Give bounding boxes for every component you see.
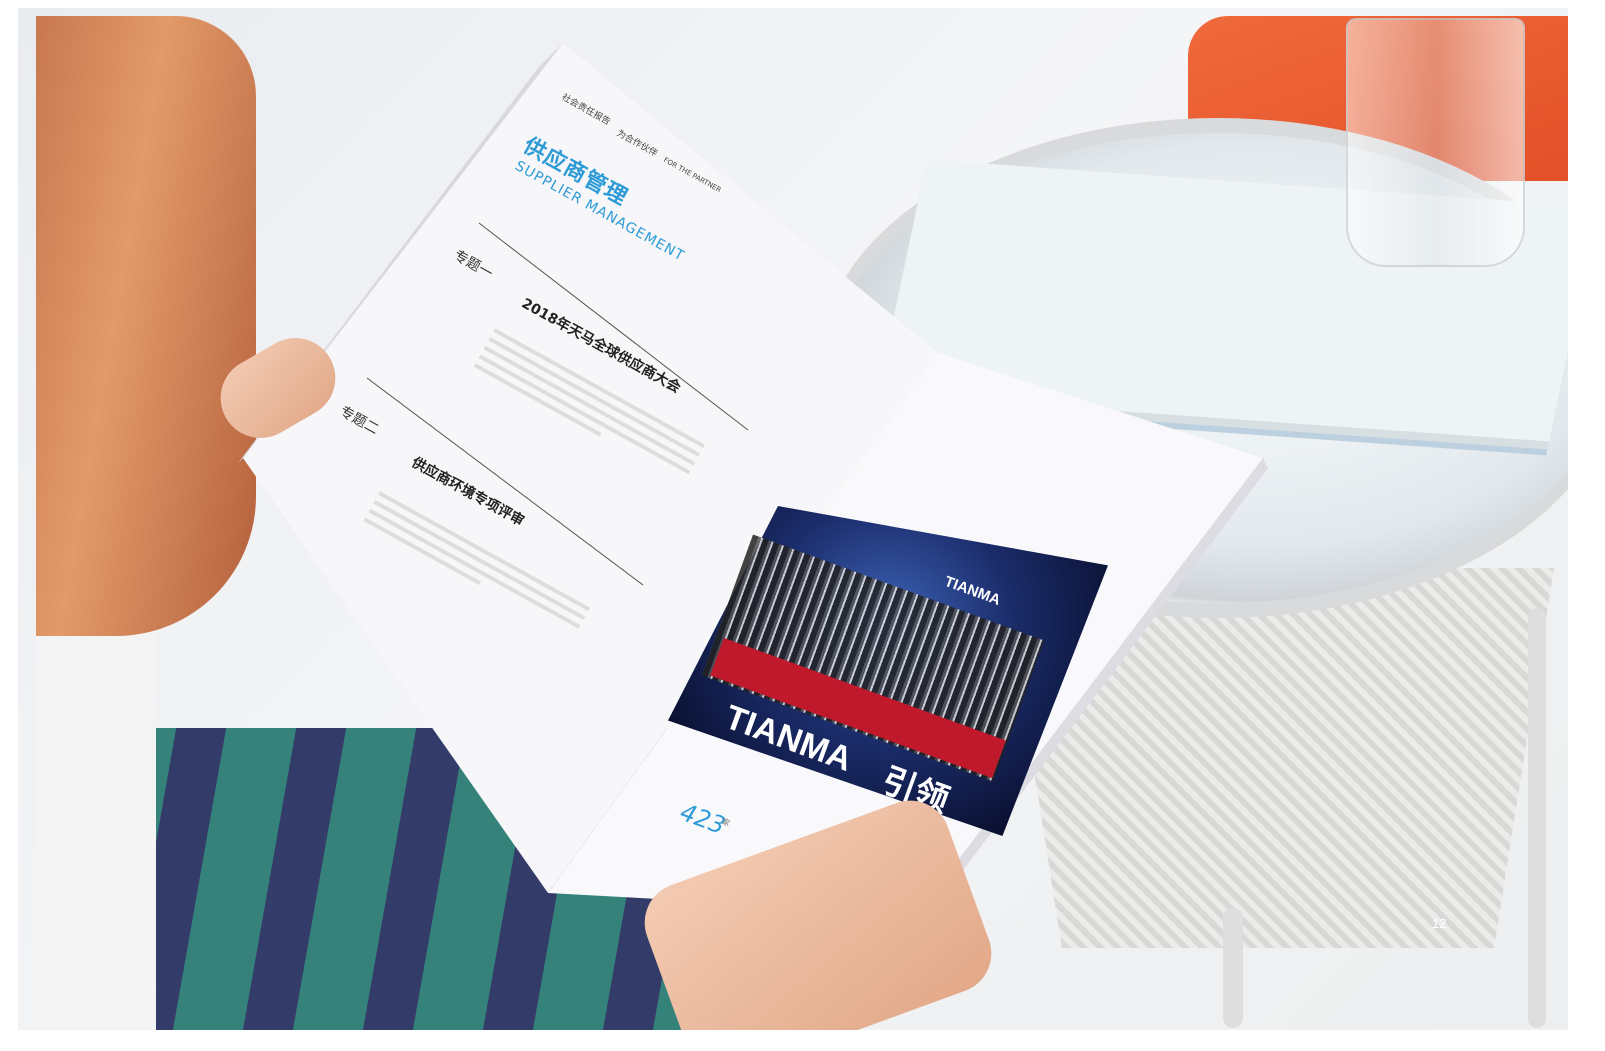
page-number: 12 [1432, 916, 1447, 931]
product-photo: 社会责任报告 为合作伙伴 FOR THE PARTNER 供应商管理 SUPPL… [18, 8, 1568, 1030]
